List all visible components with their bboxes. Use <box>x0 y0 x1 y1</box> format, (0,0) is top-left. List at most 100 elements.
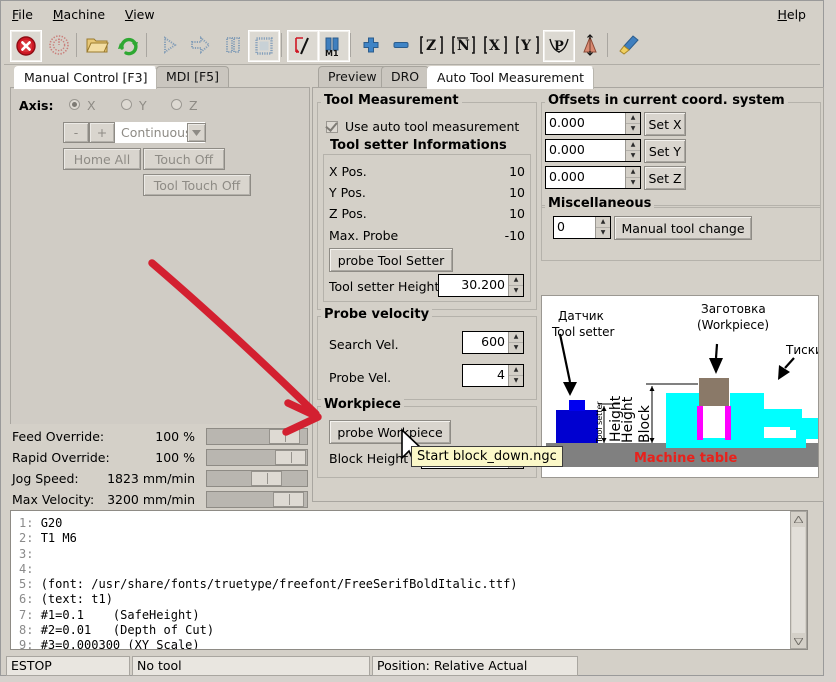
tool-touch-off-button[interactable]: Tool Touch Off <box>143 174 251 196</box>
menu-view[interactable]: View <box>117 4 163 25</box>
offset-z-spinbox[interactable]: 0.000 ▲ ▼ <box>545 166 641 189</box>
jog-minus-button[interactable]: - <box>63 122 89 143</box>
spin-up-icon[interactable]: ▲ <box>626 113 640 124</box>
offset-y-spinbox[interactable]: 0.000 ▲ ▼ <box>545 139 641 162</box>
tab-auto-tool-measurement[interactable]: Auto Tool Measurement <box>427 66 595 89</box>
probe-tool-setter-button[interactable]: probe Tool Setter <box>329 248 453 272</box>
reload-file-icon[interactable] <box>114 30 144 60</box>
spin-down-icon[interactable]: ▼ <box>626 124 640 134</box>
gcode-vertical-scrollbar[interactable] <box>790 511 807 649</box>
tool-cone-icon[interactable] <box>575 30 605 60</box>
set-y-button[interactable]: Set Y <box>644 139 686 163</box>
gcode-source-view[interactable]: 1: G20 2: T1 M6 3: 4: 5: (font: /usr/sha… <box>10 510 808 650</box>
spin-up-icon[interactable]: ▲ <box>509 332 523 343</box>
power-toggle-icon[interactable] <box>44 30 74 60</box>
touch-off-button[interactable]: Touch Off <box>143 148 225 170</box>
spin-buttons[interactable]: ▲▼ <box>508 365 523 386</box>
spin-down-icon[interactable]: ▼ <box>509 376 523 386</box>
spin-down-icon[interactable]: ▼ <box>509 343 523 353</box>
y-pos-value: 10 <box>509 185 525 200</box>
tool-number-spinbox[interactable]: 0 ▲ ▼ <box>553 216 611 239</box>
tab-mdi[interactable]: MDI [F5] <box>156 66 229 88</box>
optional-stop-icon[interactable]: M1 <box>318 30 350 62</box>
probe-vel-label: Probe Vel. <box>329 370 392 385</box>
max-velocity-label: Max Velocity: <box>12 492 95 507</box>
spin-buttons[interactable]: ▲▼ <box>625 113 640 134</box>
chevron-down-icon[interactable] <box>187 123 206 142</box>
spin-up-icon[interactable]: ▲ <box>596 217 610 228</box>
diagram-tool-setter-height-small: Tool setter <box>595 401 604 444</box>
scroll-up-icon[interactable] <box>791 512 806 526</box>
skip-lines-icon[interactable] <box>287 30 319 62</box>
probe-workpiece-button[interactable]: probe Workpiece <box>329 420 451 444</box>
offset-z-value: 0.000 <box>549 169 585 185</box>
view-p-icon[interactable]: P <box>543 30 575 62</box>
pause-program-icon[interactable] <box>218 30 248 60</box>
set-x-button[interactable]: Set X <box>644 112 686 136</box>
stop-program-icon[interactable] <box>248 30 280 62</box>
max-velocity-slider[interactable] <box>206 491 308 508</box>
axis-radio-y[interactable] <box>121 99 132 110</box>
axis-radio-z[interactable] <box>171 99 182 110</box>
menu-machine[interactable]: Machine <box>45 4 113 25</box>
search-vel-spinbox[interactable]: 600 ▲ ▼ <box>462 331 524 354</box>
view-y-icon[interactable]: Y <box>512 30 542 60</box>
tab-preview[interactable]: Preview <box>318 66 387 88</box>
zoom-in-icon[interactable] <box>356 30 386 60</box>
menu-help[interactable]: Help <box>769 4 814 25</box>
use-auto-tool-measurement-checkbox[interactable] <box>326 121 338 133</box>
estop-toggle-icon[interactable] <box>10 30 42 62</box>
spin-down-icon[interactable]: ▼ <box>626 151 640 161</box>
probe-vel-spinbox[interactable]: 4 ▲ ▼ <box>462 364 524 387</box>
view-iso-icon[interactable]: N <box>448 30 478 60</box>
spin-up-icon[interactable]: ▲ <box>509 275 523 286</box>
tab-dro[interactable]: DRO <box>381 66 430 88</box>
spin-down-icon[interactable]: ▼ <box>596 228 610 238</box>
view-z-icon[interactable]: Z <box>416 30 446 60</box>
spin-up-icon[interactable]: ▲ <box>626 140 640 151</box>
set-z-button[interactable]: Set Z <box>644 166 686 190</box>
screenshot-root: File Machine View Help M1 Z N X Y P Manu… <box>0 0 836 682</box>
spin-buttons[interactable]: ▲▼ <box>595 217 610 238</box>
scroll-track[interactable] <box>792 527 805 633</box>
svg-text:Z: Z <box>426 38 436 54</box>
gcode-line-text: (font: /usr/share/fonts/truetype/freefon… <box>40 577 518 592</box>
window-content: File Machine View Help M1 Z N X Y P Manu… <box>4 4 824 676</box>
z-pos-value: 10 <box>509 206 525 221</box>
spin-down-icon[interactable]: ▼ <box>626 178 640 188</box>
step-program-icon[interactable] <box>186 30 216 60</box>
scroll-down-icon[interactable] <box>791 634 806 648</box>
probe-workpiece-tooltip: Start block_down.ngc <box>411 446 563 467</box>
spin-up-icon[interactable]: ▲ <box>626 167 640 178</box>
axis-label-y: Y <box>139 98 147 113</box>
jog-speed-slider[interactable] <box>206 470 308 487</box>
zoom-out-icon[interactable] <box>386 30 416 60</box>
manual-tool-change-button[interactable]: Manual tool change <box>614 216 752 240</box>
spin-buttons[interactable]: ▲▼ <box>625 140 640 161</box>
spin-buttons[interactable]: ▲▼ <box>508 332 523 353</box>
spin-up-icon[interactable]: ▲ <box>509 365 523 376</box>
spin-buttons[interactable]: ▲▼ <box>625 167 640 188</box>
diagram-label-workpiece: (Workpiece) <box>697 318 769 332</box>
tab-manual-control[interactable]: Manual Control [F3] <box>14 66 158 89</box>
open-file-icon[interactable] <box>82 30 112 60</box>
offset-x-spinbox[interactable]: 0.000 ▲ ▼ <box>545 112 641 135</box>
spin-down-icon[interactable]: ▼ <box>509 286 523 296</box>
rapid-override-value: 100 % <box>155 450 195 465</box>
toolbar-separator <box>146 33 147 57</box>
axis-radio-x[interactable] <box>69 99 80 110</box>
feed-override-slider[interactable] <box>206 428 308 445</box>
search-vel-value: 600 <box>481 334 505 350</box>
rapid-override-slider[interactable] <box>206 449 308 466</box>
run-program-icon[interactable] <box>154 30 184 60</box>
view-x-icon[interactable]: X <box>480 30 510 60</box>
spin-buttons[interactable]: ▲▼ <box>508 275 523 296</box>
gcode-line: 2: T1 M6 <box>19 531 518 546</box>
tool-setter-height-spinbox[interactable]: 30.200 ▲ ▼ <box>438 274 524 297</box>
block-height-label: Block Height <box>329 451 409 466</box>
diagram-label-tool-setter: Tool setter <box>551 325 615 339</box>
home-all-button[interactable]: Home All <box>63 148 141 170</box>
jog-plus-button[interactable]: + <box>89 122 115 143</box>
clear-plot-icon[interactable] <box>614 30 644 60</box>
menu-file[interactable]: File <box>4 4 41 25</box>
